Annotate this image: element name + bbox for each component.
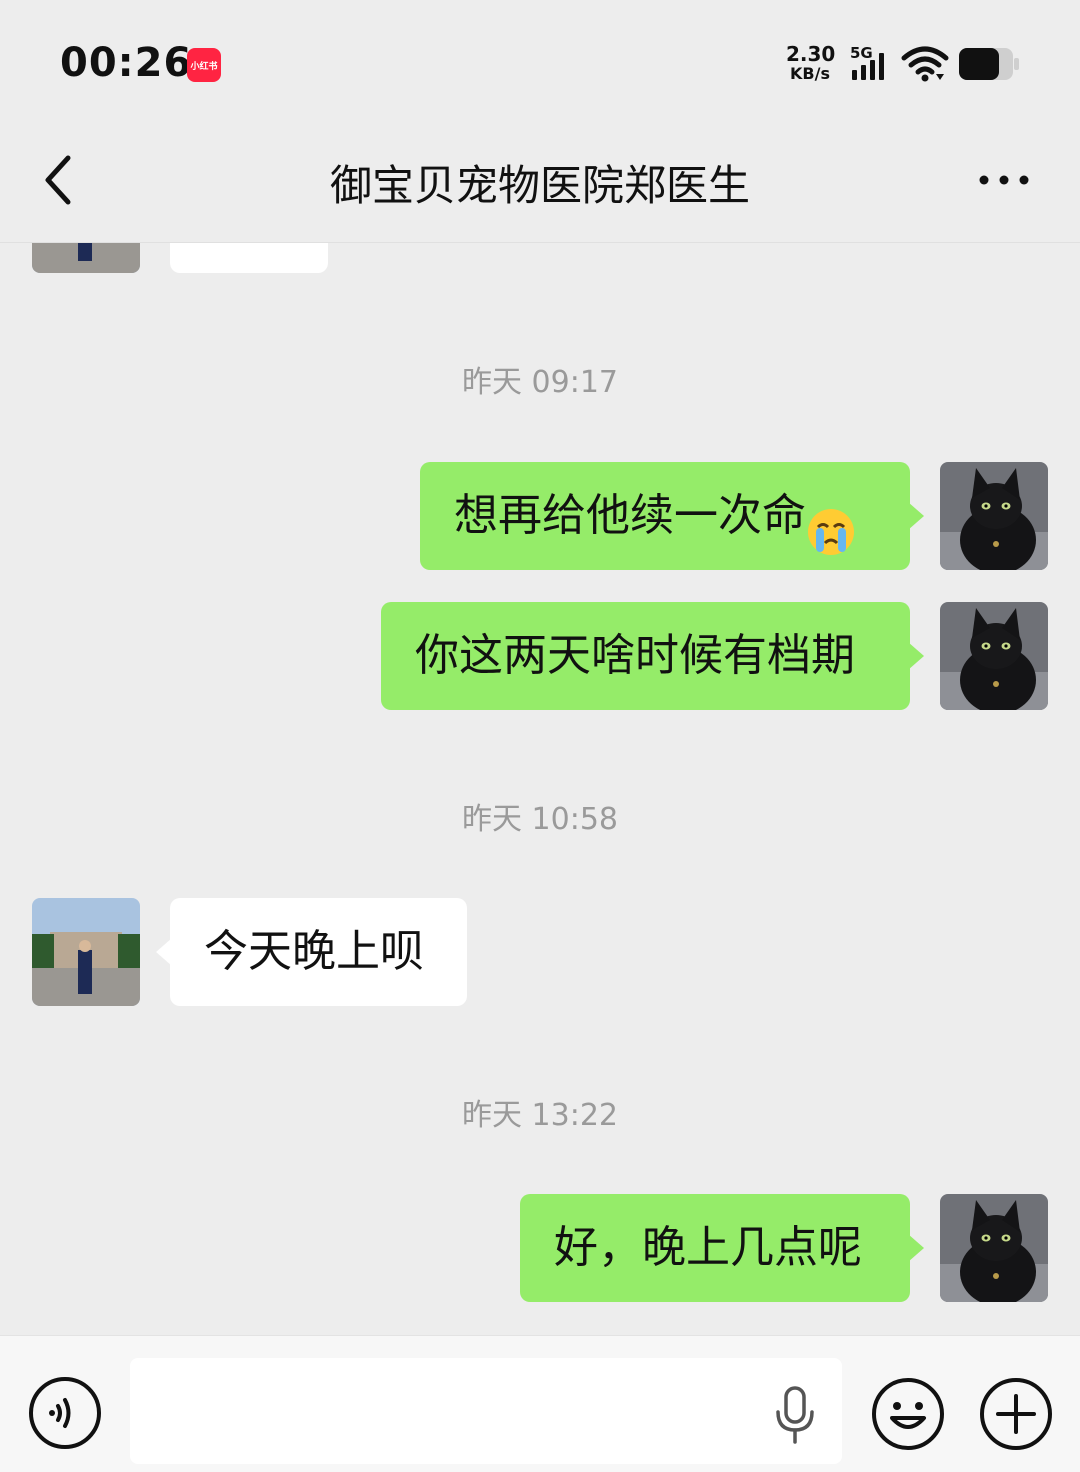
status-time: 00:26 xyxy=(60,40,193,86)
network-speed-unit: KB/s xyxy=(790,64,830,83)
mic-icon xyxy=(776,1386,814,1444)
voice-mode-button[interactable] xyxy=(28,1376,102,1450)
message-text: 你这两天啥时候有档期 xyxy=(415,630,855,681)
network-speed: 2.30 KB/s xyxy=(786,42,836,83)
emoji-button[interactable] xyxy=(870,1376,946,1452)
message-input[interactable] xyxy=(130,1358,842,1464)
message-timestamp: 昨天 13:22 xyxy=(462,1098,618,1133)
app-notification-badge: 小红书 xyxy=(187,48,221,82)
message-text: 好，晚上几点呢 xyxy=(554,1222,862,1273)
chat-input-bar xyxy=(0,1335,1080,1472)
contact-avatar[interactable] xyxy=(32,243,140,273)
outgoing-message-bubble[interactable]: 好，晚上几点呢 xyxy=(520,1194,924,1302)
incoming-message-bubble-partial[interactable] xyxy=(170,243,328,273)
speech-to-text-button[interactable] xyxy=(770,1384,820,1446)
crying-face-emoji xyxy=(806,489,856,555)
my-avatar[interactable] xyxy=(940,1194,1048,1302)
signal-icon: 5G xyxy=(848,44,894,84)
contact-avatar[interactable] xyxy=(32,898,140,1006)
network-type-label: 5G xyxy=(850,44,873,62)
more-actions-button[interactable] xyxy=(978,1376,1054,1452)
emoji-icon xyxy=(872,1378,944,1450)
status-bar: 00:26 小红书 2.30 KB/s 5G xyxy=(0,0,1080,120)
wifi-icon xyxy=(900,44,950,84)
my-avatar[interactable] xyxy=(940,602,1048,710)
message-timestamp: 昨天 09:17 xyxy=(462,365,618,400)
network-speed-value: 2.30 xyxy=(786,42,836,66)
message-text: 今天晚上呗 xyxy=(204,926,424,977)
more-options-button[interactable] xyxy=(970,160,1038,200)
plus-icon xyxy=(980,1378,1052,1450)
my-avatar[interactable] xyxy=(940,462,1048,570)
more-dots-icon xyxy=(979,175,1029,185)
chat-title: 御宝贝宠物医院郑医生 xyxy=(329,161,750,210)
message-timestamp: 昨天 10:58 xyxy=(462,802,618,837)
message-list[interactable]: 昨天 09:17 想再给他续一次命 你这两天啥时候有档期 昨天 10:58 今天… xyxy=(0,243,1080,1335)
incoming-message-bubble[interactable]: 今天晚上呗 xyxy=(156,898,467,1006)
outgoing-message-bubble[interactable]: 想再给他续一次命 xyxy=(420,462,924,570)
chat-header: 御宝贝宠物医院郑医生 xyxy=(0,120,1080,243)
voice-icon xyxy=(29,1377,101,1449)
battery-icon xyxy=(958,46,1020,82)
outgoing-message-bubble[interactable]: 你这两天啥时候有档期 xyxy=(381,602,924,710)
message-text: 想再给他续一次命 xyxy=(454,490,806,541)
